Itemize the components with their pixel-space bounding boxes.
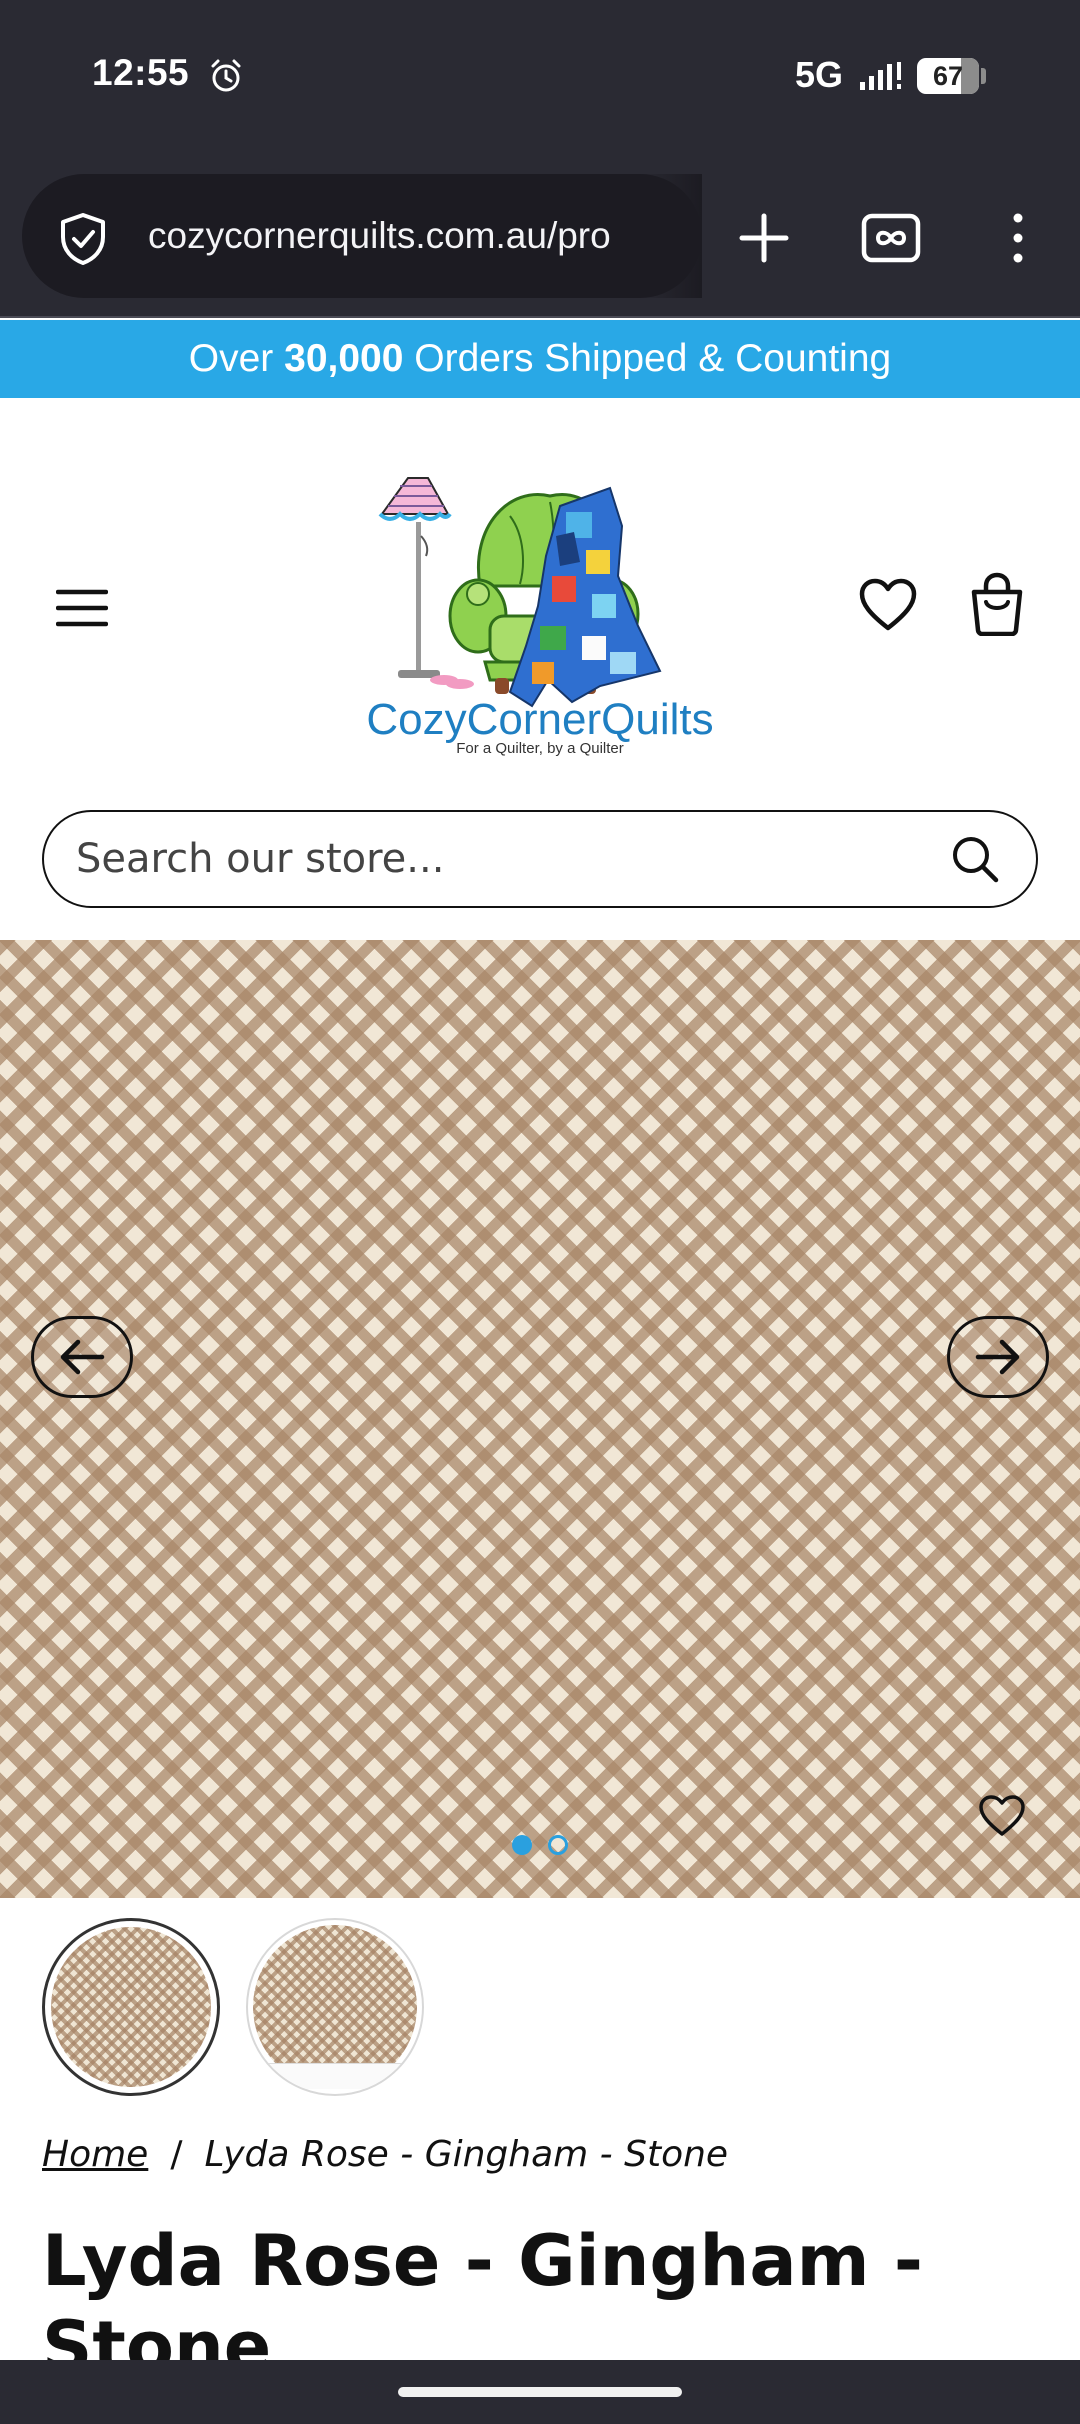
gallery-dot-active[interactable] — [512, 1835, 532, 1855]
product-image-gallery[interactable] — [0, 940, 1080, 1898]
menu-kebab-icon[interactable] — [998, 208, 1038, 268]
shield-icon[interactable] — [58, 212, 108, 266]
network-type: 5G — [795, 54, 844, 95]
signal-icon — [860, 62, 901, 90]
gallery-dot[interactable] — [548, 1835, 568, 1855]
search-icon[interactable] — [950, 834, 1000, 884]
hamburger-icon[interactable] — [56, 588, 108, 628]
arrow-left-icon — [60, 1339, 105, 1375]
browser-toolbar: cozycornerquilts.com.au/pro — [0, 160, 1080, 318]
alarm-icon — [211, 59, 241, 92]
search-box[interactable] — [42, 810, 1038, 908]
announcement-count: 30,000 — [284, 337, 404, 380]
gallery-prev-button[interactable] — [31, 1316, 133, 1398]
logo-tagline: For a Quilter, by a Quilter — [456, 740, 624, 756]
heart-icon[interactable] — [978, 1794, 1026, 1838]
battery-level: 67 — [932, 60, 964, 91]
new-tab-icon[interactable] — [736, 210, 792, 266]
status-time: 12:55 — [92, 52, 190, 93]
search-input[interactable] — [76, 812, 936, 906]
status-bar: 12:55 5G 67 — [0, 0, 1080, 160]
thumbnail-2[interactable] — [246, 1918, 424, 2096]
gallery-next-button[interactable] — [947, 1316, 1049, 1398]
system-nav-bar — [0, 2360, 1080, 2424]
thumbnail-image — [253, 1925, 417, 2089]
breadcrumb: Home / Lyda Rose - Gingham - Stone — [42, 2134, 728, 2175]
arrow-right-icon — [975, 1339, 1020, 1375]
address-bar[interactable]: cozycornerquilts.com.au/pro — [22, 174, 702, 298]
breadcrumb-separator: / — [170, 2134, 183, 2175]
thumbnail-strip — [0, 1898, 1080, 2108]
gallery-pagination — [508, 1833, 572, 1857]
announcement-prefix: Over — [188, 337, 274, 380]
battery-icon: 67 — [917, 58, 979, 94]
site-header: CozyCornerQuilts For a Quilter, by a Qui… — [0, 398, 1080, 938]
home-indicator[interactable] — [398, 2387, 682, 2397]
thumbnail-1[interactable] — [42, 1918, 220, 2096]
logo-name: CozyCornerQuilts — [366, 695, 713, 744]
heart-icon[interactable] — [858, 578, 918, 634]
breadcrumb-current: Lyda Rose - Gingham - Stone — [204, 2134, 729, 2175]
announcement-suffix: Orders Shipped & Counting — [414, 337, 892, 380]
breadcrumb-home[interactable]: Home — [42, 2134, 148, 2175]
announcement-bar: Over 30,000 Orders Shipped & Counting — [0, 320, 1080, 398]
url-text[interactable]: cozycornerquilts.com.au/pro — [148, 174, 698, 298]
thumbnail-image — [51, 1927, 211, 2087]
store-logo[interactable]: CozyCornerQuilts For a Quilter, by a Qui… — [360, 466, 720, 756]
tabs-icon[interactable] — [860, 210, 922, 266]
shopping-bag-icon[interactable] — [966, 572, 1028, 636]
